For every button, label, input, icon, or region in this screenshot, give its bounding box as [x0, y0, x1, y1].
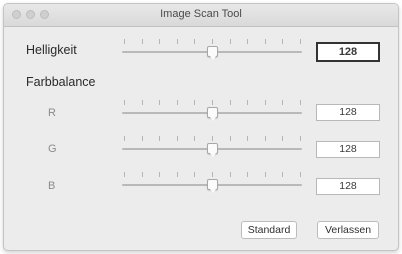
- slider-tick: [247, 100, 249, 105]
- slider-tick: [247, 136, 249, 141]
- brightness-slider-ticks: [124, 39, 301, 45]
- red-slider[interactable]: [120, 100, 304, 124]
- brightness-slider[interactable]: [120, 39, 304, 63]
- slider-tick: [282, 136, 284, 141]
- slider-tick: [212, 136, 213, 141]
- slider-tick: [194, 172, 196, 177]
- red-channel-label: R: [48, 107, 56, 119]
- blue-value-field[interactable]: 128: [316, 178, 380, 195]
- window-title: Image Scan Tool: [160, 8, 242, 20]
- slider-tick: [194, 100, 196, 105]
- slider-tick: [159, 39, 161, 44]
- blue-slider-ticks: [124, 172, 301, 178]
- slider-tick: [124, 136, 125, 141]
- slider-tick: [212, 100, 213, 105]
- slider-tick: [141, 172, 143, 177]
- slider-tick: [159, 136, 161, 141]
- green-channel-label: G: [48, 143, 57, 155]
- green-slider-knob[interactable]: [206, 143, 218, 157]
- color-balance-label: Farbbalance: [26, 75, 96, 89]
- green-slider[interactable]: [120, 136, 304, 160]
- brightness-label: Helligkeit: [26, 43, 77, 57]
- slider-tick: [194, 39, 196, 44]
- slider-tick: [124, 39, 125, 44]
- red-slider-knob[interactable]: [206, 107, 218, 121]
- slider-tick: [300, 39, 301, 44]
- slider-tick: [247, 39, 249, 44]
- red-slider-ticks: [124, 100, 301, 106]
- slider-tick: [212, 39, 213, 44]
- app-window: Image Scan Tool Helligkeit 128 Farbbalan…: [3, 3, 399, 251]
- brightness-value-field[interactable]: 128: [316, 42, 380, 62]
- slider-tick: [176, 136, 178, 141]
- red-value-field[interactable]: 128: [316, 104, 380, 121]
- slider-tick: [300, 100, 301, 105]
- blue-slider-knob[interactable]: [206, 179, 218, 193]
- slider-tick: [141, 136, 143, 141]
- quit-button[interactable]: Verlassen: [317, 221, 379, 239]
- standard-button[interactable]: Standard: [241, 221, 297, 239]
- slider-tick: [176, 100, 178, 105]
- slider-tick: [300, 136, 301, 141]
- slider-tick: [194, 136, 196, 141]
- slider-tick: [124, 172, 125, 177]
- slider-tick: [124, 100, 125, 105]
- slider-tick: [282, 172, 284, 177]
- slider-tick: [229, 136, 231, 141]
- blue-channel-label: B: [48, 180, 56, 192]
- slider-tick: [282, 39, 284, 44]
- slider-tick: [141, 39, 143, 44]
- slider-tick: [247, 172, 249, 177]
- slider-tick: [229, 39, 231, 44]
- slider-tick: [176, 172, 178, 177]
- slider-tick: [229, 172, 231, 177]
- green-slider-ticks: [124, 136, 301, 142]
- slider-tick: [176, 39, 178, 44]
- blue-slider[interactable]: [120, 172, 304, 196]
- slider-tick: [264, 39, 266, 44]
- slider-tick: [264, 172, 266, 177]
- slider-tick: [212, 172, 213, 177]
- title-bar: Image Scan Tool: [4, 4, 398, 27]
- slider-tick: [264, 100, 266, 105]
- slider-tick: [159, 172, 161, 177]
- slider-tick: [159, 100, 161, 105]
- slider-tick: [282, 100, 284, 105]
- green-value-field[interactable]: 128: [316, 141, 380, 158]
- slider-tick: [141, 100, 143, 105]
- slider-tick: [229, 100, 231, 105]
- slider-tick: [264, 136, 266, 141]
- slider-tick: [300, 172, 301, 177]
- brightness-slider-knob[interactable]: [206, 46, 218, 60]
